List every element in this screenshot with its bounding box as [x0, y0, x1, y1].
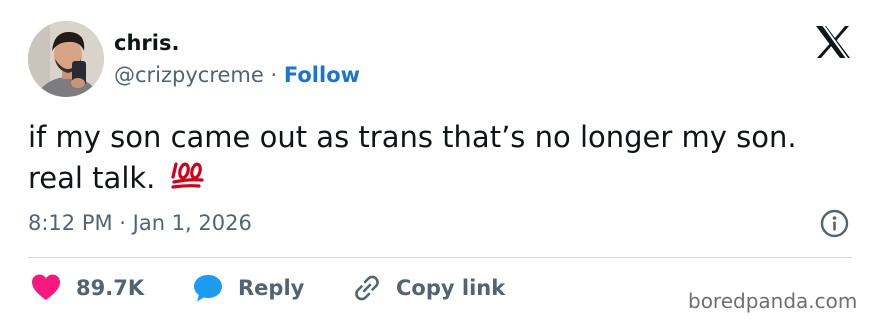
speech-bubble-icon: [194, 275, 222, 302]
avatar-image: [28, 21, 104, 97]
tweet-text: if my son came out as trans that’s no lo…: [28, 117, 858, 199]
link-icon: [355, 275, 379, 301]
divider: [28, 257, 852, 258]
heart-icon: [32, 274, 60, 300]
follow-button[interactable]: Follow: [284, 63, 360, 87]
tweet-body: if my son came out as trans that’s no lo…: [28, 120, 797, 195]
separator-dot: ·: [270, 63, 278, 87]
hundred-points-emoji-icon: [171, 162, 204, 189]
display-name[interactable]: chris.: [114, 29, 179, 57]
handle[interactable]: @crizpycreme: [114, 63, 264, 87]
handle-row: @crizpycreme · Follow: [114, 61, 360, 89]
like-button[interactable]: 89.7K: [30, 272, 144, 304]
reply-label: Reply: [238, 276, 305, 300]
copy-link-label: Copy link: [396, 276, 506, 300]
like-count: 89.7K: [76, 276, 145, 300]
tweet-card: chris. @crizpycreme · Follow if my son c…: [0, 0, 880, 322]
watermark: boredpanda.com: [688, 289, 858, 313]
avatar[interactable]: [28, 21, 104, 97]
timestamp[interactable]: 8:12 PM · Jan 1, 2026: [28, 209, 252, 237]
info-icon[interactable]: [820, 209, 849, 238]
x-logo-icon[interactable]: [814, 25, 852, 59]
copy-link-button[interactable]: Copy link: [352, 272, 505, 304]
reply-button[interactable]: Reply: [192, 272, 304, 304]
